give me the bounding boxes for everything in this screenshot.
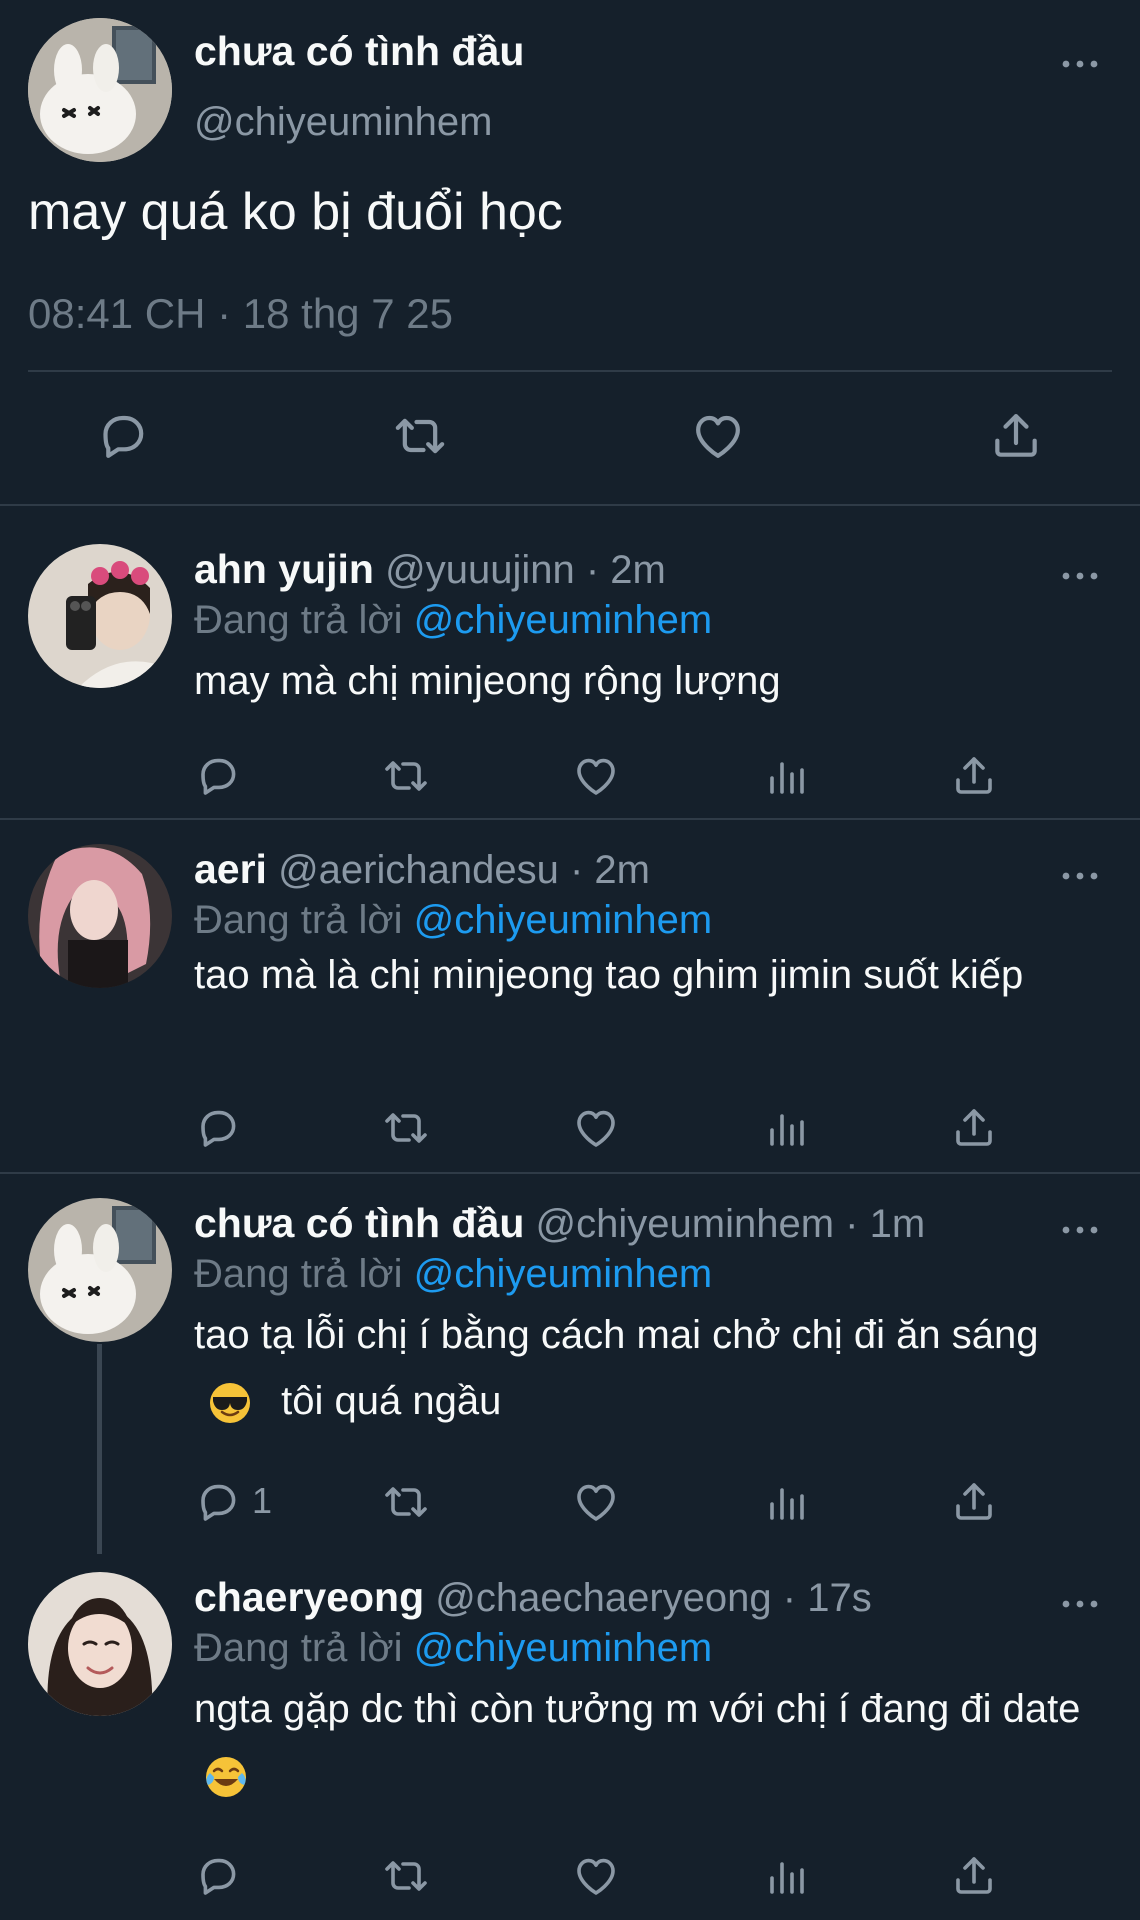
reply-icon[interactable]: [194, 1852, 242, 1900]
reply-count: 1: [252, 1480, 273, 1521]
share-icon[interactable]: [950, 752, 998, 800]
user-handle[interactable]: @chiyeuminhem: [536, 1202, 835, 1246]
reply-time: · 2m: [569, 848, 650, 892]
portrait-avatar-image: [28, 844, 172, 988]
views-icon[interactable]: [762, 1478, 810, 1526]
display-name[interactable]: chaeryeong: [194, 1574, 424, 1620]
reply-text-tail: tôi quá ngầu: [281, 1379, 502, 1423]
face-with-tears-of-joy-emoji: [206, 1757, 246, 1798]
user-handle[interactable]: @aerichandesu: [278, 848, 559, 892]
display-name[interactable]: chưa có tình đầu: [194, 28, 524, 75]
display-name[interactable]: ahn yujin: [194, 546, 374, 592]
avatar[interactable]: [28, 1572, 172, 1716]
reply-time: · 1m: [845, 1202, 926, 1246]
replying-to: Đang trả lời @chiyeuminhem: [194, 1626, 712, 1671]
bunny-plush-avatar-image: [28, 1198, 172, 1342]
more-options-icon[interactable]: [1058, 1594, 1102, 1614]
like-icon[interactable]: [572, 752, 620, 800]
reply-header: chaeryeong @chaechaeryeong · 17s: [194, 1574, 872, 1621]
retweet-icon[interactable]: [382, 1478, 430, 1526]
mention-link[interactable]: @chiyeuminhem: [414, 898, 713, 942]
views-icon[interactable]: [762, 1104, 810, 1152]
share-icon[interactable]: [988, 408, 1044, 464]
views-icon[interactable]: [762, 752, 810, 800]
replying-to-prefix: Đang trả lời: [194, 598, 403, 642]
reply-header: aeri @aerichandesu · 2m: [194, 846, 650, 893]
mention-link[interactable]: @chiyeuminhem: [414, 598, 713, 642]
selfie-avatar-image: [28, 544, 172, 688]
reply-tweet[interactable]: ahn yujin @yuuujinn · 2m Đang trả lời @c…: [0, 506, 1140, 820]
reply-text: may mà chị minjeong rộng lượng: [194, 659, 781, 703]
like-icon[interactable]: [690, 408, 746, 464]
tweet-text: may quá ko bị đuổi học: [28, 183, 563, 241]
retweet-icon[interactable]: [392, 408, 448, 464]
retweet-icon[interactable]: [382, 752, 430, 800]
like-icon[interactable]: [572, 1104, 620, 1152]
reply-header: chưa có tình đầu @chiyeuminhem · 1m: [194, 1200, 925, 1247]
replying-to: Đang trả lời @chiyeuminhem: [194, 898, 712, 943]
tweet-timestamp: 08:41 CH · 18 thg 7 25: [28, 290, 453, 337]
selfie-avatar-image: [28, 1572, 172, 1716]
thread-connector-line: [97, 1344, 102, 1554]
share-icon[interactable]: [950, 1852, 998, 1900]
reply-text: ngta gặp dc thì còn tưởng m với chị í đa…: [194, 1676, 1094, 1808]
tweet-thread-screen: chưa có tình đầu @chiyeuminhem may quá k…: [0, 0, 1140, 1920]
replying-to-prefix: Đang trả lời: [194, 1252, 403, 1296]
reply-text: tao mà là chị minjeong tao ghim jimin su…: [194, 953, 1024, 997]
views-icon[interactable]: [762, 1852, 810, 1900]
more-options-icon[interactable]: [1058, 566, 1102, 586]
reply-text: tao tạ lỗi chị í bằng cách mai chở chị đ…: [194, 1302, 1094, 1434]
mention-link[interactable]: @chiyeuminhem: [414, 1252, 713, 1296]
avatar[interactable]: [28, 844, 172, 988]
more-options-icon[interactable]: [1058, 1220, 1102, 1240]
more-options-icon[interactable]: [1058, 866, 1102, 886]
user-handle[interactable]: @yuuujinn: [385, 548, 575, 592]
bunny-plush-avatar-image: [28, 18, 172, 162]
user-handle[interactable]: @chiyeuminhem: [194, 100, 493, 145]
reply-icon[interactable]: [194, 1104, 242, 1152]
reply-icon[interactable]: [95, 408, 151, 464]
replying-to: Đang trả lời @chiyeuminhem: [194, 598, 712, 643]
reply-icon[interactable]: [194, 1478, 242, 1526]
divider: [28, 370, 1112, 372]
replying-to-prefix: Đang trả lời: [194, 898, 403, 942]
display-name[interactable]: chưa có tình đầu: [194, 1200, 524, 1246]
avatar[interactable]: [28, 1198, 172, 1342]
reply-text-main: tao tạ lỗi chị í bằng cách mai chở chị đ…: [194, 1313, 1039, 1357]
mention-link[interactable]: @chiyeuminhem: [414, 1626, 713, 1670]
avatar[interactable]: [28, 18, 172, 162]
reply-icon[interactable]: [194, 752, 242, 800]
like-icon[interactable]: [572, 1478, 620, 1526]
smiling-face-with-sunglasses-emoji: [210, 1383, 250, 1424]
avatar[interactable]: [28, 544, 172, 688]
more-options-icon[interactable]: [1058, 54, 1102, 74]
retweet-icon[interactable]: [382, 1852, 430, 1900]
display-name[interactable]: aeri: [194, 846, 267, 892]
reply-tweet[interactable]: aeri @aerichandesu · 2m Đang trả lời @ch…: [0, 820, 1140, 1174]
reply-header: ahn yujin @yuuujinn · 2m: [194, 546, 666, 593]
main-tweet: chưa có tình đầu @chiyeuminhem may quá k…: [0, 0, 1140, 506]
share-icon[interactable]: [950, 1478, 998, 1526]
reply-tweet[interactable]: chaeryeong @chaechaeryeong · 17s Đang tr…: [0, 1552, 1140, 1920]
reply-time: · 2m: [585, 548, 666, 592]
like-icon[interactable]: [572, 1852, 620, 1900]
share-icon[interactable]: [950, 1104, 998, 1152]
replying-to: Đang trả lời @chiyeuminhem: [194, 1252, 712, 1297]
reply-tweet[interactable]: chưa có tình đầu @chiyeuminhem · 1m Đang…: [0, 1174, 1140, 1554]
retweet-icon[interactable]: [382, 1104, 430, 1152]
user-handle[interactable]: @chaechaeryeong: [435, 1576, 771, 1620]
replying-to-prefix: Đang trả lời: [194, 1626, 403, 1670]
reply-text-main: ngta gặp dc thì còn tưởng m với chị í đa…: [194, 1687, 1081, 1731]
reply-time: · 17s: [782, 1576, 872, 1620]
